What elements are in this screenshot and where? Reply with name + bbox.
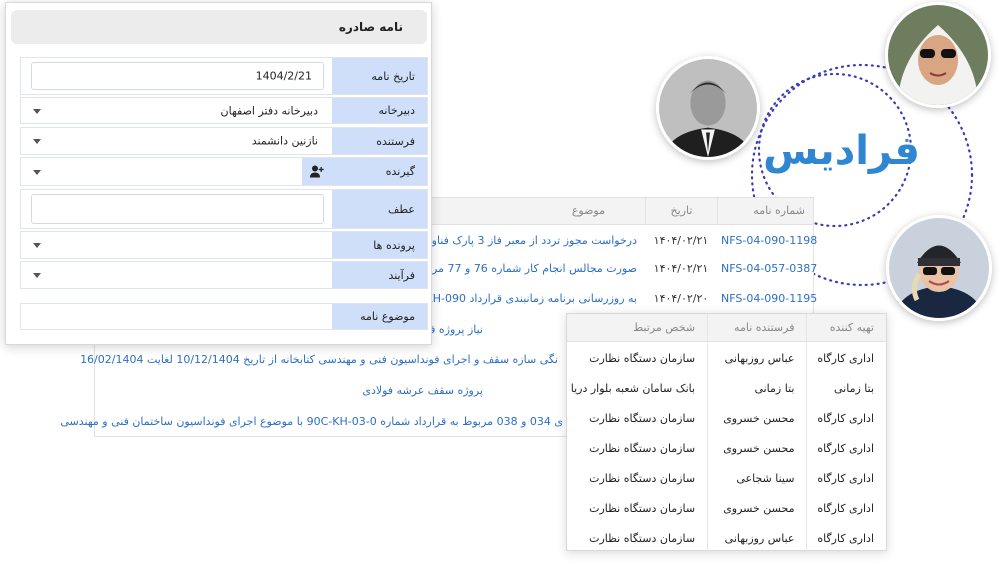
sender-cell: محسن خسروی bbox=[707, 492, 806, 522]
office-row: دبیرخانه دبیرخانه دفتر اصفهان bbox=[20, 97, 428, 124]
table-row[interactable]: اداری کارگاه عباس روزبهانی سازمان دستگاه… bbox=[567, 522, 886, 552]
outgoing-letter-form: نامه صادره تاریخ نامه 1404/2/21 دبیرخانه… bbox=[5, 2, 432, 345]
sender-cell: عباس روزبهانی bbox=[707, 522, 806, 552]
table-row[interactable]: بتا زمانی بتا زمانی بانک سامان شعبه بلوا… bbox=[567, 372, 886, 402]
related-cell: سازمان دستگاه نظارت bbox=[589, 532, 696, 545]
date-row: تاریخ نامه 1404/2/21 bbox=[20, 57, 428, 95]
letter-subject[interactable]: صورت مجالس انجام کار شماره 76 و 77 مربوط… bbox=[401, 254, 645, 282]
sender-cell: محسن خسروی bbox=[707, 432, 806, 462]
office-label: دبیرخانه bbox=[332, 98, 427, 123]
woman-beanie-portrait bbox=[889, 218, 989, 318]
preparer-cell: بتا زمانی bbox=[806, 372, 886, 402]
avatar-man-suit bbox=[656, 56, 760, 160]
brand-logo: فرادیس bbox=[763, 128, 920, 174]
table-row[interactable]: اداری کارگاه محسن خسروی سازمان دستگاه نظ… bbox=[567, 432, 886, 462]
related-cell: سازمان دستگاه نظارت bbox=[589, 502, 696, 515]
related-cell: سازمان دستگاه نظارت bbox=[589, 412, 696, 425]
letter-number[interactable]: NFS-04-090-1195 bbox=[717, 284, 817, 312]
chevron-down-icon[interactable] bbox=[33, 108, 41, 114]
people-table-header: تهیه کننده فرستنده نامه شخص مرتبط bbox=[567, 314, 886, 342]
preparer-cell: اداری کارگاه bbox=[806, 432, 886, 462]
preparer-cell: اداری کارگاه bbox=[806, 462, 886, 492]
date-value: 1404/2/21 bbox=[255, 69, 312, 83]
related-cell: بانک سامان شعبه بلوار دریا bbox=[570, 382, 696, 395]
subject-label: موضوع نامه bbox=[332, 304, 427, 329]
reference-input-box[interactable] bbox=[31, 194, 324, 224]
sender-cell: بتا زمانی bbox=[707, 372, 806, 402]
letter-subject[interactable]: به روزرسانی برنامه زمانبندی قرارداد 090-… bbox=[407, 284, 645, 312]
files-label: پرونده ها bbox=[332, 232, 427, 258]
table-row[interactable]: NFS-04-090-1198 ۱۴۰۴/۰۲/۲۱ درخواست مجوز … bbox=[400, 226, 817, 254]
table-row[interactable]: اداری کارگاه محسن خسروی سازمان دستگاه نظ… bbox=[567, 492, 886, 522]
preparer-cell: اداری کارگاه bbox=[806, 342, 886, 372]
chevron-down-icon[interactable] bbox=[33, 273, 41, 278]
marketing-composite: فرادیس شماره نامه تاریخ موضوع NFS-04-090… bbox=[0, 0, 1000, 564]
avatar-woman-hijab bbox=[885, 2, 991, 108]
preparer-cell: اداری کارگاه bbox=[806, 522, 886, 552]
chevron-down-icon[interactable] bbox=[33, 169, 41, 175]
related-cell: سازمان دستگاه نظارت bbox=[589, 442, 696, 455]
avatar-woman-beanie bbox=[886, 215, 992, 321]
preparer-cell: اداری کارگاه bbox=[806, 492, 886, 522]
sender-cell: محسن خسروی bbox=[707, 402, 806, 432]
table-row[interactable]: NFS-04-090-1195 ۱۴۰۴/۰۲/۲۰ به روزرسانی ب… bbox=[407, 284, 817, 312]
table-row[interactable]: NFS-04-057-0387 ۱۴۰۴/۰۲/۲۱ صورت مجالس ان… bbox=[401, 254, 818, 282]
chevron-down-icon[interactable] bbox=[33, 243, 41, 248]
letter-number[interactable]: NFS-04-057-0387 bbox=[717, 254, 817, 282]
date-input[interactable]: 1404/2/21 bbox=[21, 58, 332, 94]
chevron-down-icon[interactable] bbox=[33, 139, 41, 144]
date-label: تاریخ نامه bbox=[332, 58, 427, 94]
col-date[interactable]: تاریخ bbox=[645, 198, 717, 224]
sender-cell: عباس روزبهانی bbox=[707, 342, 806, 372]
subject-row: موضوع نامه bbox=[20, 303, 428, 330]
related-cell: سازمان دستگاه نظارت bbox=[589, 472, 696, 485]
people-table: تهیه کننده فرستنده نامه شخص مرتبط اداری … bbox=[566, 313, 887, 552]
receiver-label: گیرنده bbox=[332, 158, 427, 185]
col-related-person[interactable]: شخص مرتبط bbox=[567, 314, 707, 341]
table-row[interactable]: اداری کارگاه عباس روزبهانی سازمان دستگاه… bbox=[567, 342, 886, 372]
preparer-cell: اداری کارگاه bbox=[806, 402, 886, 432]
letter-date: ۱۴۰۴/۰۲/۲۱ bbox=[653, 262, 709, 275]
letter-date: ۱۴۰۴/۰۲/۲۱ bbox=[653, 234, 709, 247]
subject-input[interactable] bbox=[21, 304, 332, 329]
letter-subject[interactable]: ی 034 و 038 مربوط به قرارداد شماره 0-90C… bbox=[60, 415, 563, 428]
woman-hijab-portrait bbox=[888, 5, 988, 105]
add-receiver-button[interactable] bbox=[302, 158, 332, 185]
receiver-row: گیرنده bbox=[20, 157, 428, 186]
office-value: دبیرخانه دفتر اصفهان bbox=[220, 104, 318, 117]
man-suit-portrait bbox=[659, 59, 757, 157]
letter-subject[interactable]: نگی سازه سقف و اجرای فونداسیون فنی و مهن… bbox=[80, 353, 558, 366]
files-select[interactable] bbox=[21, 232, 332, 258]
related-cell: سازمان دستگاه نظارت bbox=[589, 352, 696, 365]
table-row[interactable]: اداری کارگاه سینا شجاعی سازمان دستگاه نظ… bbox=[567, 462, 886, 492]
letter-number[interactable]: NFS-04-090-1198 bbox=[717, 226, 817, 254]
sender-label: فرستنده bbox=[332, 128, 427, 154]
table-row[interactable]: اداری کارگاه محسن خسروی سازمان دستگاه نظ… bbox=[567, 402, 886, 432]
form-title: نامه صادره bbox=[11, 10, 427, 44]
letter-date: ۱۴۰۴/۰۲/۲۰ bbox=[653, 292, 709, 305]
process-row: فرآیند bbox=[20, 261, 428, 289]
reference-label: عطف bbox=[332, 190, 427, 228]
office-select[interactable]: دبیرخانه دفتر اصفهان bbox=[21, 98, 332, 123]
files-row: پرونده ها bbox=[20, 231, 428, 259]
reference-input[interactable] bbox=[21, 190, 332, 228]
sender-row: فرستنده نازنین دانشمند bbox=[20, 127, 428, 155]
col-sender[interactable]: فرستنده نامه bbox=[707, 314, 806, 341]
sender-cell: سینا شجاعی bbox=[707, 462, 806, 492]
sender-value: نازنین دانشمند bbox=[251, 134, 318, 148]
process-label: فرآیند bbox=[332, 262, 427, 288]
receiver-select[interactable] bbox=[21, 158, 302, 185]
col-preparer[interactable]: تهیه کننده bbox=[806, 314, 886, 341]
sender-select[interactable]: نازنین دانشمند bbox=[21, 128, 332, 154]
letter-subject[interactable]: درخواست مجوز تردد از معبر فاز 3 پارک فنا… bbox=[400, 226, 645, 254]
add-user-icon bbox=[310, 165, 324, 178]
col-letter-number[interactable]: شماره نامه bbox=[717, 198, 813, 224]
reference-row: عطف bbox=[20, 189, 428, 229]
process-select[interactable] bbox=[21, 262, 332, 288]
letter-subject[interactable]: پروژه سقف عرشه فولادی bbox=[362, 384, 483, 397]
